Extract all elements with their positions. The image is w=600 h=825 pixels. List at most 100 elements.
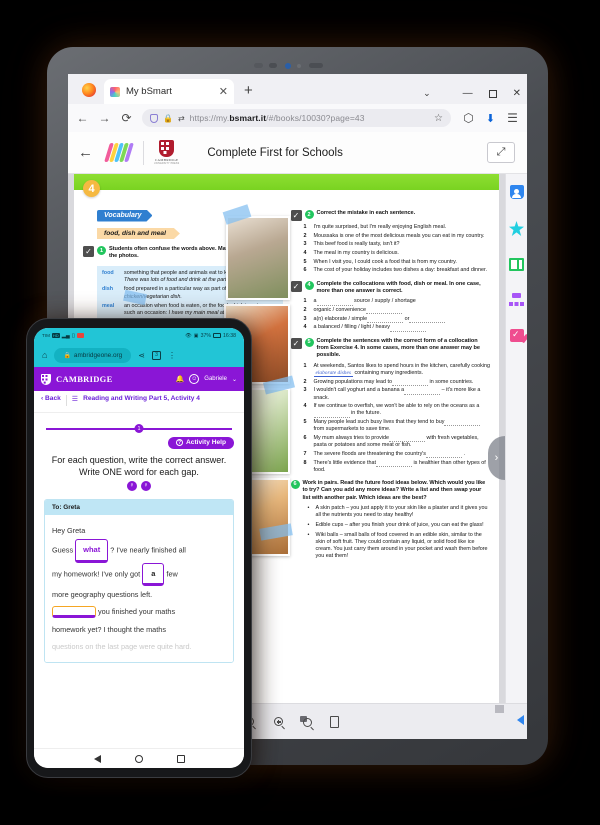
bullet-item: Edible cups – after you finish your drin…	[308, 522, 491, 529]
letter-line-5: homework yet? I thought the maths	[52, 624, 166, 634]
battery-pct: 37%	[200, 332, 212, 339]
next-page-button[interactable]: ›	[488, 436, 505, 480]
list-all-tabs-icon[interactable]: ⌄	[423, 88, 431, 99]
area-zoom-icon[interactable]	[299, 716, 312, 727]
bulb-icon[interactable]: ♀	[141, 480, 151, 491]
minimize-button[interactable]: —	[463, 88, 473, 99]
exercise-5: ✓ 5 Complete the sentences with the corr…	[290, 337, 491, 360]
breadcrumb: ‹ Back ☰ Reading and Writing Part 5, Act…	[34, 391, 244, 413]
maximize-button[interactable]	[488, 89, 497, 98]
definition-word: food	[102, 269, 114, 276]
exercise-instruction: Complete the collocations with food, dis…	[316, 280, 481, 294]
zoom-in-icon[interactable]	[274, 717, 283, 726]
tab-count-icon[interactable]: 3	[151, 350, 161, 360]
back-icon[interactable]: ←	[76, 111, 89, 125]
exercise-number-bubble: 5	[304, 337, 314, 347]
exercise-item: 4a balanced / filling / light / heavy	[304, 324, 491, 332]
phone-address-bar[interactable]: 🔒 ambridgeone.org	[54, 347, 132, 363]
gap-input-1[interactable]: what	[75, 539, 109, 563]
cambridge-shield-icon	[41, 373, 51, 385]
exercise-number-bubble: 2	[304, 210, 314, 219]
shield-icon	[150, 113, 158, 123]
exercise-2: ✓ 2 Correct the mistake in each sentence…	[290, 210, 491, 221]
progress-step-marker[interactable]: 1	[134, 424, 144, 433]
exercise-item: 4 If we continue to overfish, we won't be…	[303, 403, 480, 418]
checkbox-icon[interactable]: ✓	[83, 246, 94, 257]
activity-help-button[interactable]: ? Activity Help	[168, 436, 234, 449]
window-controls: ⌄ — ✕	[423, 88, 521, 99]
download-icon[interactable]: ⬇	[484, 112, 497, 125]
gap-input-2[interactable]: a	[142, 562, 165, 587]
address-bar[interactable]: 🔒 ⇄ https://my.bsmart.it/#/books/10030?p…	[142, 109, 451, 127]
notification-icon	[76, 333, 84, 338]
lock-icon: 🔒	[163, 113, 173, 123]
sim-icon: ▯	[71, 332, 75, 339]
profile-icon[interactable]	[509, 185, 524, 199]
app-back-icon[interactable]: ←	[78, 144, 93, 161]
eye-icon: 👁	[185, 332, 192, 339]
close-tab-icon[interactable]: ✕	[219, 85, 228, 98]
cambridge-wordmark: CAMBRIDGE	[154, 158, 179, 162]
scrollbar-thumb[interactable]	[495, 705, 504, 713]
phone-url-text: ambridgeone.org	[73, 351, 123, 359]
hamburger-menu-icon[interactable]: ☰	[506, 111, 519, 125]
android-home-icon[interactable]	[134, 754, 143, 763]
alarm-icon: ▣	[193, 332, 199, 339]
bell-icon[interactable]: 🔔	[176, 375, 185, 383]
progress-bar[interactable]: 1	[46, 424, 232, 433]
share-icon[interactable]: ⋖	[138, 351, 145, 360]
exercise-item: 5 Many people lead such busy lives that t…	[304, 419, 491, 433]
list-icon[interactable]: ☰	[72, 395, 78, 403]
assignment-edit-icon[interactable]	[509, 329, 524, 342]
activity-title: Reading and Writing Part 5, Activity 4	[83, 395, 200, 402]
bookmark-star-icon[interactable]: ☆	[434, 113, 443, 124]
pocket-icon[interactable]: ⬡	[462, 111, 475, 125]
chevron-down-icon[interactable]: ⌄	[232, 376, 237, 383]
bulb-icon[interactable]: ♀	[127, 480, 137, 491]
android-back-icon[interactable]	[93, 754, 101, 763]
hint-bulbs: ♀ ♀	[44, 480, 234, 491]
status-right: 👁 ▣ 37% 16:38	[185, 333, 236, 339]
avatar-icon[interactable]: ☺	[189, 374, 200, 384]
home-icon[interactable]: ⌂	[42, 350, 47, 360]
checkbox-icon[interactable]: ✓	[290, 280, 302, 292]
exercise-6: 6 Work in pairs. Read the future food id…	[290, 479, 491, 502]
collapse-panel-icon[interactable]	[517, 715, 524, 725]
close-window-button[interactable]: ✕	[513, 88, 521, 99]
reload-icon[interactable]: ⟳	[120, 111, 133, 125]
sitemap-icon[interactable]	[509, 293, 524, 307]
fullscreen-button[interactable]: ⤢	[487, 142, 515, 163]
phone-status-bar: TIM HD ▂▄ ▯ 👁 ▣ 37% 16:38	[34, 328, 244, 343]
exercise-number-bubble: 4	[304, 280, 314, 290]
back-link[interactable]: ‹ Back	[41, 395, 61, 402]
exercise-item: 6 My mum always tries to provide with fre…	[303, 434, 479, 449]
checkbox-icon[interactable]: ✓	[290, 210, 302, 221]
phone-app-header: CAMBRIDGE 🔔 ☺ Gabriele ⌄	[34, 367, 244, 391]
browser-nav-right: ⬡ ⬇ ☰	[462, 111, 519, 125]
exercise-5-items: 1 At weekends, Santos likes to spend hour…	[304, 363, 491, 474]
tablet-camera-array	[47, 59, 548, 71]
exercise-item: 1a source / supply / shortage	[303, 298, 416, 306]
android-recents-icon[interactable]	[176, 754, 185, 763]
exercise-item: 2 organic / convenience	[304, 307, 491, 315]
checkbox-icon[interactable]: ✓	[290, 337, 302, 349]
lock-icon: 🔒	[63, 352, 71, 359]
gap-input-3[interactable]	[52, 606, 96, 619]
star-icon[interactable]	[509, 221, 524, 236]
overflow-menu-icon[interactable]: ⋮	[168, 351, 176, 360]
instruction-line-1: For each question, write the correct ans…	[51, 454, 227, 465]
toolbar-right-group	[299, 715, 341, 728]
forward-icon[interactable]: →	[98, 111, 111, 125]
phone-screen: TIM HD ▂▄ ▯ 👁 ▣ 37% 16:38 ⌂ 🔒 ambridgeon…	[34, 328, 244, 768]
signal-icon: ▂▄	[61, 332, 70, 339]
exercise-item: 1 At weekends, Santos likes to spend hour…	[303, 362, 490, 377]
book-icon[interactable]	[509, 258, 524, 271]
new-tab-button[interactable]: +	[244, 82, 253, 99]
letter-body: Hey Greta Guess what ? I've nearly finis…	[45, 514, 233, 662]
page-view-icon[interactable]	[330, 715, 339, 728]
url-text: https://my.bsmart.it/#/books/10030?page=…	[189, 113, 365, 123]
exercise-item: 1 I'm quite surprised, but I'm really enj…	[303, 224, 447, 230]
browser-navigation-bar: ← → ⟳ 🔒 ⇄ https://my.bsmart.it/#/books/1…	[68, 104, 527, 132]
unit-number-badge: 4	[83, 180, 100, 197]
browser-tab[interactable]: My bSmart ✕	[104, 79, 234, 104]
